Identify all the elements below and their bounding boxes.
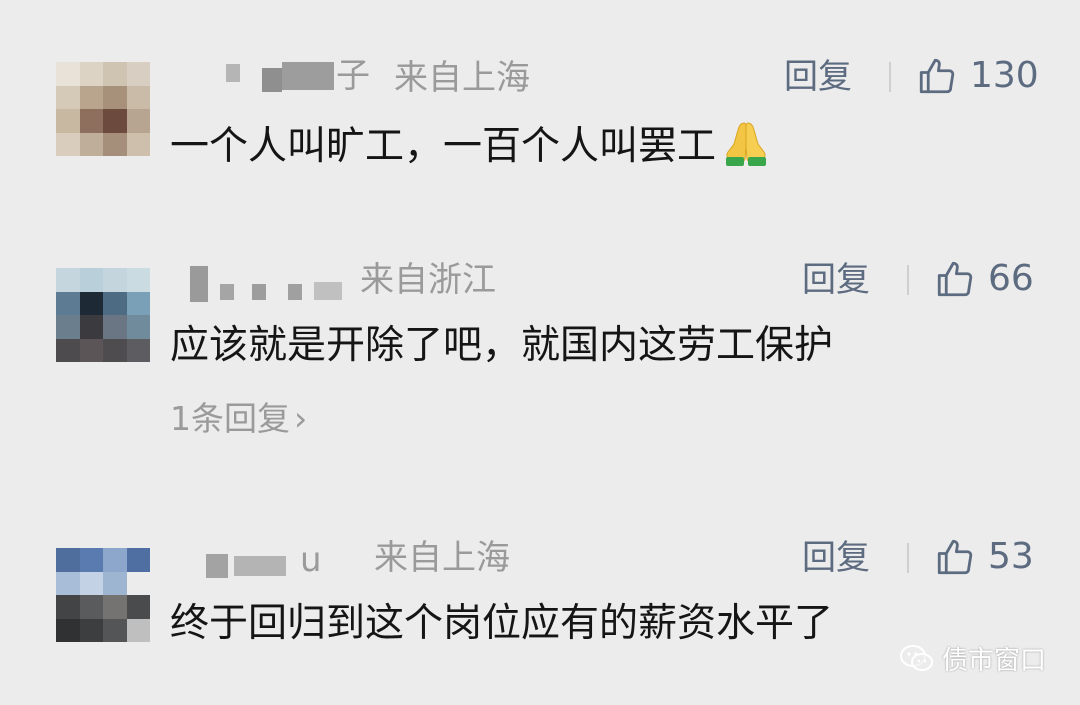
username-text: u [300, 540, 322, 580]
reply-button[interactable]: 回复 [802, 538, 870, 578]
reply-button[interactable]: 回复 [802, 260, 870, 300]
avatar[interactable] [56, 62, 150, 156]
thumbs-up-icon [937, 539, 973, 575]
divider [907, 265, 909, 295]
watermark-text: 债市窗口 [941, 646, 1046, 676]
like-count: 130 [970, 55, 1039, 96]
like-count: 53 [988, 536, 1034, 577]
avatar[interactable] [56, 548, 150, 642]
like-button[interactable]: 130 [916, 56, 1039, 96]
thumbs-up-icon [919, 58, 955, 94]
divider [889, 62, 891, 92]
comment-text: 应该就是开除了吧，就国内这劳工保护 [170, 323, 834, 368]
comment-text-content: 一个人叫旷工，一百个人叫罢工 [170, 124, 717, 169]
username-text: 子 [336, 56, 370, 96]
location-label: 来自浙江 [360, 260, 496, 300]
reply-button[interactable]: 回复 [784, 57, 852, 97]
like-button[interactable]: 53 [934, 537, 1034, 577]
watermark: 债市窗口 [899, 640, 1046, 677]
comment-text: 一个人叫旷工，一百个人叫罢工 [170, 119, 772, 172]
location-label: 来自上海 [374, 538, 510, 578]
location-label: 来自上海 [394, 58, 530, 98]
username[interactable]: u [190, 540, 360, 580]
chevron-right-icon: › [294, 399, 308, 438]
divider [907, 543, 909, 573]
username[interactable]: 子 [190, 56, 380, 96]
folded-hands-icon [726, 122, 767, 166]
view-replies-label: 1条回复 [170, 399, 290, 438]
thumbs-up-icon [937, 261, 973, 297]
username[interactable] [190, 266, 350, 302]
like-count: 66 [988, 258, 1034, 299]
comment-text: 终于回归到这个岗位应有的薪资水平了 [170, 601, 834, 646]
avatar[interactable] [56, 268, 150, 362]
like-button[interactable]: 66 [934, 259, 1034, 299]
view-replies-link[interactable]: 1条回复 › [170, 399, 307, 439]
wechat-icon [899, 644, 933, 671]
